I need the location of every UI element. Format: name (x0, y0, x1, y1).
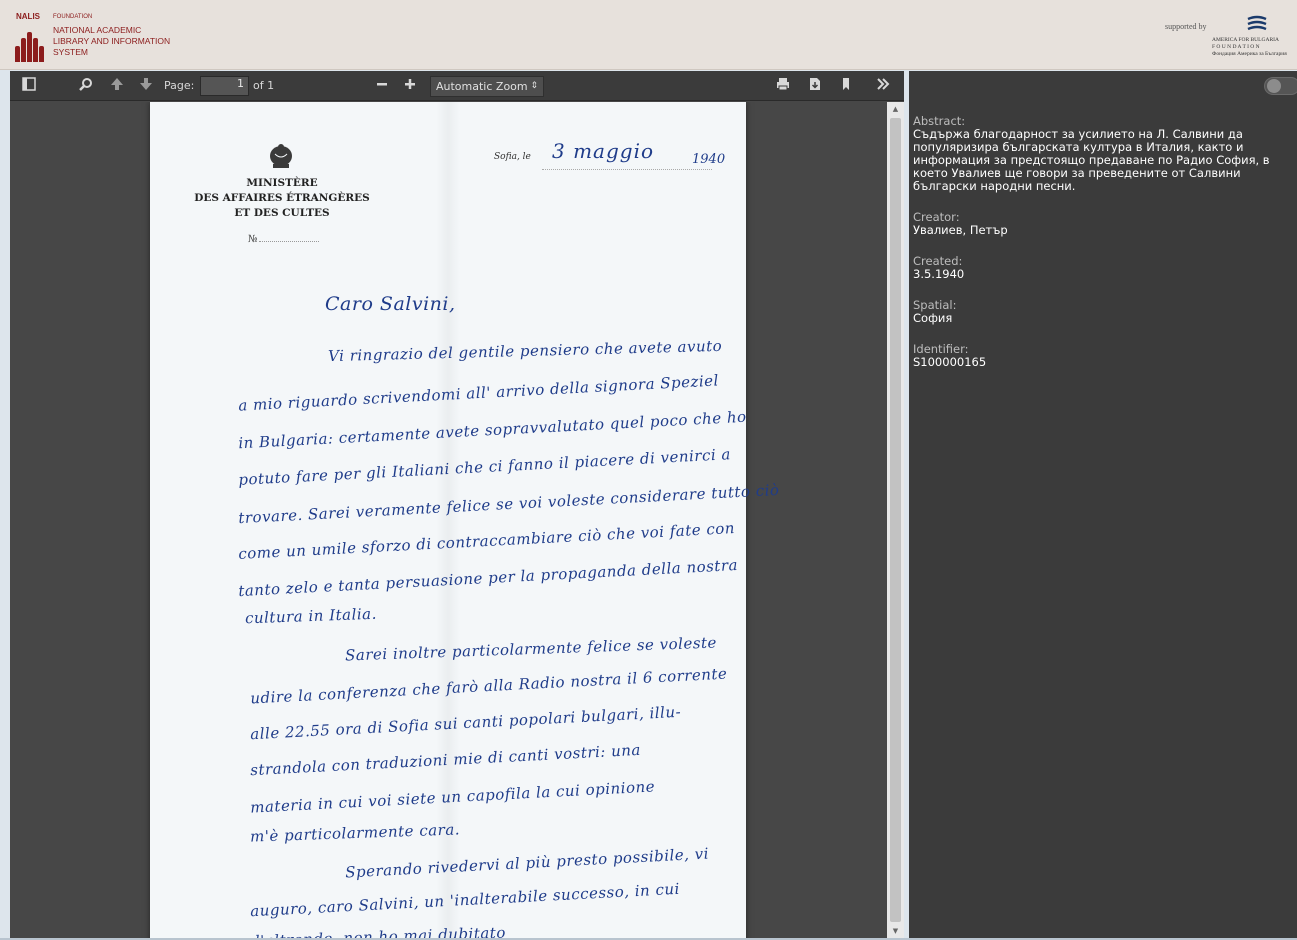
nalis-logo-icon[interactable] (14, 22, 46, 62)
handwritten-date: 3 maggio (552, 139, 655, 163)
letter-line: Sperando rivedervi al più presto possibi… (344, 844, 710, 882)
panel-toggle[interactable] (1264, 77, 1297, 95)
pdf-viewer: Page: 1 of 1 Automatic Zoom ⇕ MINISTÈRE … (10, 71, 904, 938)
vertical-scrollbar[interactable]: ▲ ▼ (887, 102, 904, 938)
metadata-label: Created: (913, 254, 963, 268)
metadata-abstract: Abstract: Съдържа благодарност за усилие… (913, 115, 1293, 193)
metadata-value: София (913, 311, 953, 325)
letter-line: auguro, caro Salvini, un 'inalterabile s… (249, 879, 681, 921)
handwritten-year: 1940 (692, 152, 726, 167)
number-label: № (248, 234, 258, 245)
page-count: of 1 (253, 79, 275, 92)
document-canvas[interactable]: MINISTÈRE DES AFFAIRES ÉTRANGÈRES ET DES… (10, 102, 887, 938)
letter-line: d'altronde, non ho mai dubitato (249, 923, 507, 938)
scroll-thumb[interactable] (890, 118, 901, 922)
sidebar-toggle-icon[interactable] (20, 77, 38, 95)
metadata-panel: Abstract: Съдържа благодарност за усилие… (909, 71, 1297, 938)
search-icon[interactable] (77, 77, 95, 95)
letter-line: in Bulgaria: certamente avete sopravvalu… (237, 407, 747, 453)
metadata-value: Увалиев, Петър (913, 223, 1008, 237)
letterhead-line: ET DES CULTES (234, 207, 330, 219)
arrow-down-icon[interactable] (137, 77, 155, 95)
zoom-out-icon[interactable] (373, 77, 391, 95)
metadata-value: Съдържа благодарност за усилието на Л. С… (913, 127, 1270, 193)
metadata-identifier: Identifier: S100000165 (913, 343, 1293, 369)
pdf-toolbar: Page: 1 of 1 Automatic Zoom ⇕ (10, 71, 904, 101)
sponsor-name: AMERICA FOR BULGARIA F O U N D A T I O N… (1212, 37, 1297, 58)
scroll-up-icon[interactable]: ▲ (887, 102, 904, 116)
foundation-label: FOUNDATION (53, 14, 93, 20)
number-field: № (248, 234, 320, 245)
zoom-in-icon[interactable] (401, 77, 419, 95)
sponsor-line: F O U N D A T I O N (1212, 44, 1260, 50)
scroll-down-icon[interactable]: ▼ (887, 924, 904, 938)
letter-line: tanto zelo e tanta persuasione per la pr… (237, 555, 739, 601)
letter-line: alle 22.55 ora di Sofia sui canti popola… (249, 702, 682, 744)
letterhead-line: MINISTÈRE (246, 177, 318, 189)
letter-line: Vi ringrazio del gentile pensiero che av… (327, 336, 723, 366)
coat-of-arms-icon (270, 144, 292, 168)
letter-line: a mio riguardo scrivendomi all' arrivo d… (237, 371, 720, 415)
metadata-value: 3.5.1940 (913, 267, 965, 281)
sponsor-line: AMERICA FOR BULGARIA (1212, 37, 1279, 43)
letter-line: udire la conferenza che farò alla Radio … (249, 664, 728, 708)
metadata-list: Abstract: Съдържа благодарност за усилие… (913, 115, 1293, 387)
zoom-select[interactable]: Automatic Zoom ⇕ (430, 76, 544, 97)
letter-line: strandola con traduzioni mie di canti vo… (249, 740, 642, 780)
metadata-label: Spatial: (913, 298, 957, 312)
nalis-logo-text: NALIS (16, 12, 40, 21)
download-icon[interactable] (806, 77, 824, 95)
letter-line: materia in cui voi siete un capofila la … (249, 777, 656, 817)
ministry-letterhead: MINISTÈRE DES AFFAIRES ÉTRANGÈRES ET DES… (192, 176, 372, 221)
org-line: LIBRARY AND INFORMATION (53, 36, 171, 46)
document-page: MINISTÈRE DES AFFAIRES ÉTRANGÈRES ET DES… (150, 102, 780, 938)
metadata-spatial: Spatial: София (913, 299, 1293, 325)
page-number-input[interactable]: 1 (200, 76, 249, 96)
afb-logo-icon[interactable] (1246, 14, 1268, 34)
org-line: SYSTEM (53, 47, 88, 57)
zoom-value: Automatic Zoom (436, 80, 528, 93)
site-header: NALIS FOUNDATION NATIONAL ACADEMIC LIBRA… (0, 0, 1297, 70)
letterhead-line: DES AFFAIRES ÉTRANGÈRES (194, 192, 370, 204)
letter-line: come un umile sforzo di contraccambiare … (237, 519, 736, 563)
arrow-up-icon[interactable] (108, 77, 126, 95)
metadata-created: Created: 3.5.1940 (913, 255, 1293, 281)
letter-line: Sarei inoltre particolarmente felice se … (344, 633, 718, 665)
metadata-creator: Creator: Увалиев, Петър (913, 211, 1293, 237)
supported-by-label: supported by (1165, 22, 1207, 31)
org-name[interactable]: NATIONAL ACADEMIC LIBRARY AND INFORMATIO… (53, 25, 170, 58)
letter-salutation: Caro Salvini, (325, 293, 456, 315)
letter-line: cultura in Italia. (244, 604, 378, 628)
double-chevron-right-icon[interactable] (874, 77, 892, 95)
place-date-label: Sofia, le (494, 152, 531, 162)
org-line: NATIONAL ACADEMIC (53, 25, 142, 35)
bookmark-icon[interactable] (837, 77, 855, 95)
page-label: Page: (164, 79, 195, 92)
toggle-knob (1267, 79, 1281, 93)
letter-line: potuto fare per gli Italiani che ci fann… (237, 445, 732, 489)
select-arrow-icon: ⇕ (530, 81, 538, 91)
sponsor-line: Фондация Америка за България (1212, 51, 1287, 57)
metadata-value: S100000165 (913, 355, 987, 369)
letter-line: m'è particolarmente cara. (249, 820, 461, 846)
print-icon[interactable] (774, 77, 792, 95)
